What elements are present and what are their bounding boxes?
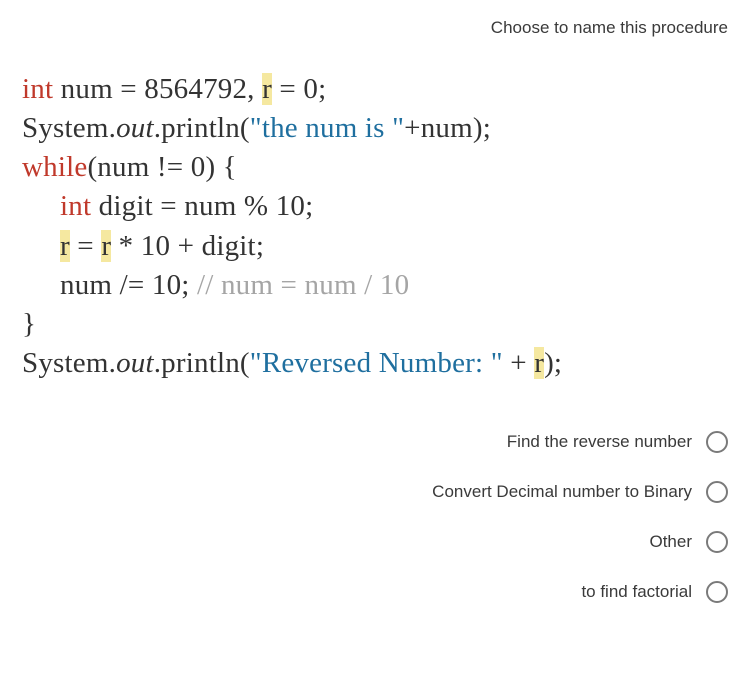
answer-options: Find the reverse number Convert Decimal … [0, 417, 750, 617]
option-label: Other [649, 532, 692, 552]
highlight-r: r [101, 230, 111, 262]
question-header: Choose to name this procedure [0, 0, 750, 38]
code-line-3: while(num != 0) { [22, 148, 730, 187]
option-row[interactable]: Convert Decimal number to Binary [0, 467, 728, 517]
highlight-r: r [262, 73, 272, 105]
radio-icon[interactable] [706, 581, 728, 603]
option-row[interactable]: Other [0, 517, 728, 567]
code-line-2: System.out.println("the num is "+num); [22, 109, 730, 148]
question-title: Choose to name this procedure [491, 18, 728, 37]
option-row[interactable]: Find the reverse number [0, 417, 728, 467]
code-text: ); [544, 347, 562, 379]
code-text: (num != 0) { [87, 151, 236, 183]
keyword-while: while [22, 151, 87, 183]
code-line-8: System.out.println("Reversed Number: " +… [22, 344, 730, 383]
code-line-4: int digit = num % 10; [22, 187, 730, 226]
string-literal: "the num is " [250, 112, 404, 144]
code-text: .println( [154, 347, 250, 379]
option-label: to find factorial [581, 582, 692, 602]
code-text: } [22, 308, 36, 340]
highlight-r: r [534, 347, 544, 379]
code-line-6: num /= 10; // num = num / 10 [22, 266, 730, 305]
identifier-out: out [116, 347, 154, 379]
code-text: .println( [154, 112, 250, 144]
string-literal: "Reversed Number: " [250, 347, 503, 379]
code-line-5: r = r * 10 + digit; [22, 227, 730, 266]
code-line-1: int num = 8564792, r = 0; [22, 70, 730, 109]
code-text: System. [22, 112, 116, 144]
keyword-int: int [60, 190, 91, 222]
code-text: num /= 10; [60, 269, 197, 301]
keyword-int: int [22, 73, 53, 105]
highlight-r: r [60, 230, 70, 262]
code-block: int num = 8564792, r = 0; System.out.pri… [0, 38, 750, 383]
radio-icon[interactable] [706, 431, 728, 453]
code-text: * 10 + digit; [111, 230, 264, 262]
code-text: num = 8564792, [53, 73, 262, 105]
code-text: = 0; [272, 73, 326, 105]
code-comment: // num = num / 10 [197, 269, 409, 301]
identifier-out: out [116, 112, 154, 144]
option-row[interactable]: to find factorial [0, 567, 728, 617]
code-text: = [70, 230, 101, 262]
option-label: Convert Decimal number to Binary [432, 482, 692, 502]
code-text: digit = num % 10; [91, 190, 313, 222]
code-text: +num); [404, 112, 491, 144]
code-line-7: } [22, 305, 730, 344]
code-text: + [503, 347, 534, 379]
code-text: System. [22, 347, 116, 379]
option-label: Find the reverse number [507, 432, 692, 452]
radio-icon[interactable] [706, 481, 728, 503]
radio-icon[interactable] [706, 531, 728, 553]
